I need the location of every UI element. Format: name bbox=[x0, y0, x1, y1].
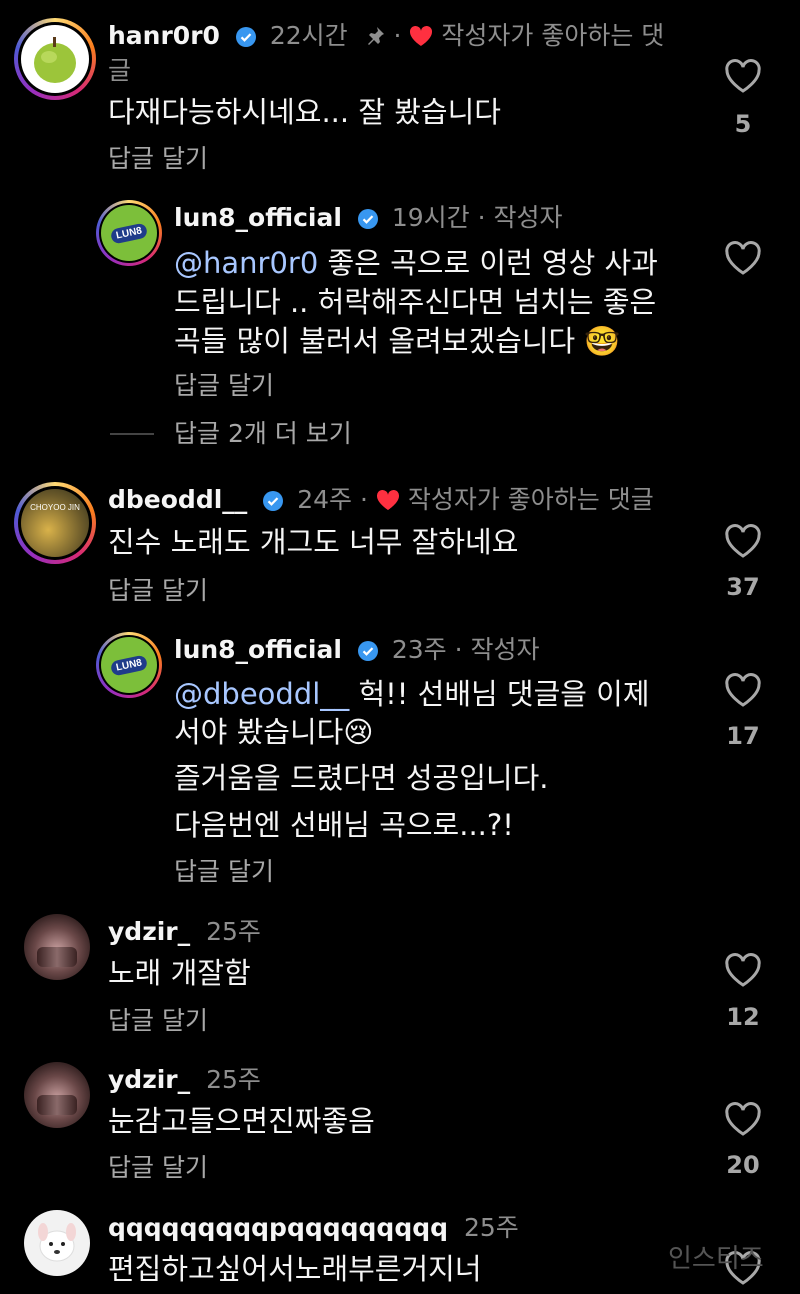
verified-badge-icon bbox=[357, 641, 378, 661]
reply-button[interactable]: 답글 달기 bbox=[108, 142, 208, 176]
like-count: 5 bbox=[734, 110, 752, 138]
reply-text: @hanr0r0 좋은 곡으로 이런 영상 사과 bbox=[174, 246, 658, 280]
like-heart-icon[interactable] bbox=[724, 240, 762, 276]
comment-text: 편집하고싶어서노래부른거지너 bbox=[108, 1252, 482, 1286]
comment-header: ydzir_ 25주 bbox=[108, 915, 261, 949]
comment-header: ydzir_ 25주 bbox=[108, 1063, 261, 1097]
like-count: 12 bbox=[726, 1003, 760, 1031]
dog-icon bbox=[38, 1223, 76, 1262]
avatar-lun8-official[interactable]: LUN8 bbox=[96, 200, 162, 266]
comment-time: 19시간 · 작성자 bbox=[391, 203, 563, 232]
mention-link[interactable]: @dbeoddl__ bbox=[174, 677, 349, 711]
comment-header: dbeoddl__ 24주 · 작성자가 좋아하는 댓글 bbox=[108, 485, 654, 514]
apple-icon bbox=[34, 37, 76, 83]
username[interactable]: lun8_official bbox=[174, 203, 342, 232]
username[interactable]: dbeoddl__ bbox=[108, 485, 247, 514]
lun8-logo: LUN8 bbox=[109, 653, 149, 677]
avatar-qqqqqqqqqpqqqqqqqqq[interactable] bbox=[24, 1210, 90, 1276]
view-more-divider bbox=[110, 433, 154, 435]
verified-badge-icon bbox=[235, 27, 256, 47]
like-heart-icon[interactable] bbox=[724, 952, 762, 988]
liked-by-author-label: 작성자가 좋아하는 댓 bbox=[441, 21, 665, 50]
reply-text-line: 드립니다 .. 허락해주신다면 넘치는 좋은 bbox=[174, 285, 657, 319]
comment-header: qqqqqqqqqpqqqqqqqqq 25주 bbox=[108, 1211, 519, 1245]
comment-header: hanr0r0 22시간 · 작성자가 좋아하는 댓 bbox=[108, 21, 665, 50]
comment-time: 25주 bbox=[206, 917, 261, 946]
view-more-replies-button[interactable]: 답글 2개 더 보기 bbox=[174, 417, 352, 451]
username[interactable]: ydzir_ bbox=[108, 1065, 190, 1094]
reply-text-line: 즐거움을 드렸다면 성공입니다. bbox=[174, 761, 549, 795]
reply-text-line: 서야 봤습니다😢 bbox=[174, 715, 374, 749]
reply-button[interactable]: 답글 달기 bbox=[174, 369, 274, 403]
username[interactable]: lun8_official bbox=[174, 635, 342, 664]
comment-time: 24주 bbox=[297, 485, 353, 514]
verified-badge-icon bbox=[357, 209, 378, 229]
comment-text: 진수 노래도 개그도 너무 잘하네요 bbox=[108, 525, 519, 559]
reply-header: lun8_official 19시간 · 작성자 bbox=[174, 201, 563, 235]
like-heart-icon[interactable] bbox=[724, 1101, 762, 1137]
comment-time: 23주 · 작성자 bbox=[391, 635, 540, 664]
reply-button[interactable]: 답글 달기 bbox=[174, 855, 274, 889]
like-heart-icon[interactable] bbox=[724, 58, 762, 94]
comment-time: 25주 bbox=[206, 1065, 261, 1094]
username[interactable]: ydzir_ bbox=[108, 917, 190, 946]
liked-by-author-label: 작성자가 좋아하는 댓글 bbox=[407, 485, 654, 514]
comment-text: 다재다능하시네요... 잘 봤습니다 bbox=[108, 95, 501, 129]
pin-icon bbox=[367, 27, 384, 45]
like-count: 20 bbox=[726, 1151, 760, 1179]
like-count: 37 bbox=[726, 573, 760, 601]
comment-time: 22시간 bbox=[269, 21, 348, 50]
avatar-ydzir[interactable] bbox=[24, 914, 90, 980]
like-count: 17 bbox=[726, 722, 760, 750]
like-heart-icon[interactable] bbox=[724, 672, 762, 708]
avatar-text: CHOYOO JIN bbox=[30, 503, 80, 512]
watermark: 인스티즈 bbox=[668, 1244, 764, 1274]
avatar-hanr0r0[interactable] bbox=[14, 18, 96, 100]
reply-button[interactable]: 답글 달기 bbox=[108, 1151, 208, 1185]
mention-link[interactable]: @hanr0r0 bbox=[174, 246, 318, 280]
like-heart-icon[interactable] bbox=[724, 523, 762, 559]
reply-text-line: 다음번엔 선배님 곡으로...?! bbox=[174, 808, 514, 842]
reply-button[interactable]: 답글 달기 bbox=[108, 1004, 208, 1038]
comment-text: 눈감고들으면진짜좋음 bbox=[108, 1104, 375, 1138]
comment-text: 노래 개잘함 bbox=[108, 956, 251, 990]
reply-header: lun8_official 23주 · 작성자 bbox=[174, 633, 540, 667]
verified-badge-icon bbox=[263, 491, 284, 511]
avatar-dbeoddl[interactable]: CHOYOO JIN bbox=[14, 482, 96, 564]
reply-text-line: 곡들 많이 불러서 올려보겠습니다 🤓 bbox=[174, 324, 621, 358]
author-liked-heart-icon bbox=[376, 489, 399, 510]
avatar-lun8-official[interactable]: LUN8 bbox=[96, 632, 162, 698]
username[interactable]: hanr0r0 bbox=[108, 21, 220, 50]
reply-button[interactable]: 답글 달기 bbox=[108, 574, 208, 608]
avatar-ydzir[interactable] bbox=[24, 1062, 90, 1128]
username[interactable]: qqqqqqqqqpqqqqqqqqq bbox=[108, 1213, 448, 1242]
liked-by-author-label-wrap: 글 bbox=[108, 56, 132, 85]
comment-time: 25주 bbox=[463, 1213, 519, 1242]
author-liked-heart-icon bbox=[410, 25, 433, 46]
lun8-logo: LUN8 bbox=[109, 221, 149, 245]
